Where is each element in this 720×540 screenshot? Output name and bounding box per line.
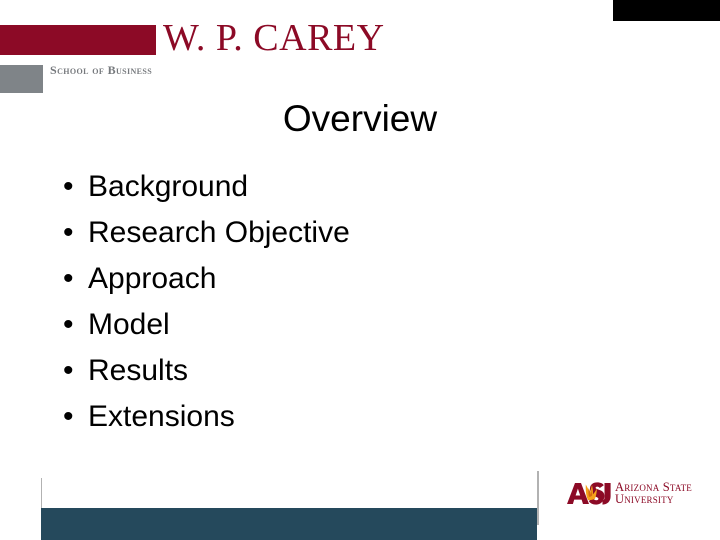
overview-bullet-list: • Background • Research Objective • Appr… <box>55 164 615 440</box>
maroon-accent-bar <box>0 25 156 55</box>
list-item: • Model <box>55 302 615 348</box>
list-item-label: Research Objective <box>88 216 350 249</box>
asu-wordmark: Arizona State University <box>615 480 692 506</box>
bullet-icon: • <box>63 354 74 387</box>
list-item: • Background <box>55 164 615 210</box>
list-item: • Results <box>55 348 615 394</box>
gray-accent-square <box>0 65 43 93</box>
list-item-label: Background <box>88 170 249 203</box>
list-item: • Research Objective <box>55 210 615 256</box>
footer-accent-bar <box>41 508 537 540</box>
list-item-label: Results <box>88 354 189 387</box>
asu-pitchfork-icon <box>566 481 612 506</box>
list-item-label: Extensions <box>88 400 235 433</box>
page-title: Overview <box>282 98 438 139</box>
bullet-icon: • <box>63 216 74 249</box>
slide-canvas: W. P. CAREY School of Business Overview … <box>0 0 720 540</box>
list-item: • Approach <box>55 256 615 302</box>
list-item: • Extensions <box>55 394 615 440</box>
black-corner-accent <box>613 0 720 21</box>
school-of-business-label: School of Business <box>50 63 153 77</box>
bullet-icon: • <box>63 170 74 203</box>
bullet-icon: • <box>63 262 74 295</box>
footer-divider-left <box>41 478 42 508</box>
footer-divider-right <box>537 471 539 525</box>
asu-wordmark-line2: University <box>615 492 674 506</box>
asu-logo: Arizona State University <box>566 477 692 509</box>
bullet-icon: • <box>63 308 74 341</box>
bullet-icon: • <box>63 400 74 433</box>
list-item-label: Model <box>88 308 170 341</box>
wp-carey-wordmark: W. P. CAREY <box>163 17 385 59</box>
list-item-label: Approach <box>88 262 217 295</box>
